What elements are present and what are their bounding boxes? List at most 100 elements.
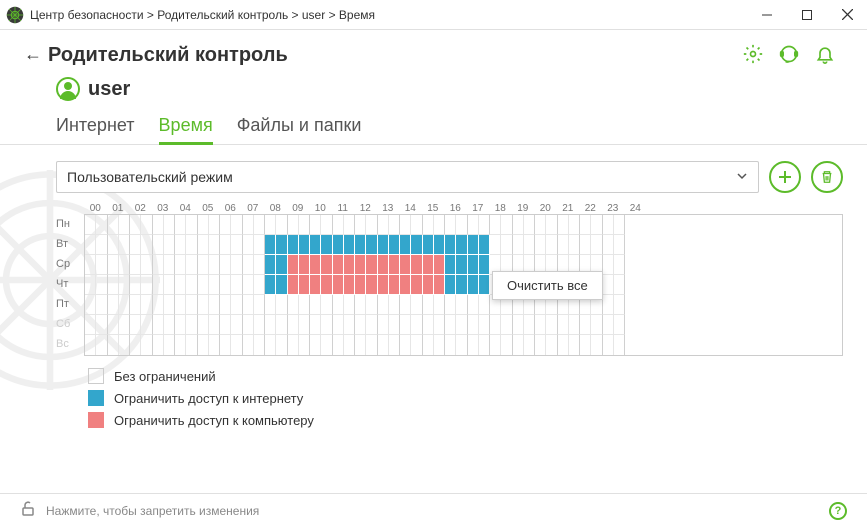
schedule-cell[interactable]	[513, 315, 524, 335]
schedule-cell[interactable]	[614, 255, 625, 275]
schedule-cell[interactable]	[209, 215, 220, 235]
schedule-cell[interactable]	[175, 235, 186, 255]
schedule-cell[interactable]	[445, 275, 456, 295]
schedule-cell[interactable]	[400, 315, 411, 335]
schedule-cell[interactable]	[85, 295, 96, 315]
schedule-cell[interactable]	[198, 295, 209, 315]
schedule-cell[interactable]	[535, 215, 546, 235]
schedule-cell[interactable]	[265, 255, 276, 275]
schedule-cell[interactable]	[423, 295, 434, 315]
schedule-cell[interactable]	[456, 215, 467, 235]
schedule-cell[interactable]	[198, 235, 209, 255]
schedule-cell[interactable]	[366, 315, 377, 335]
schedule-cell[interactable]	[423, 255, 434, 275]
schedule-cell[interactable]	[288, 275, 299, 295]
schedule-cell[interactable]	[603, 275, 614, 295]
schedule-row[interactable]	[85, 275, 842, 295]
schedule-cell[interactable]	[321, 335, 332, 355]
schedule-cell[interactable]	[108, 255, 119, 275]
schedule-cell[interactable]	[479, 215, 490, 235]
schedule-cell[interactable]	[130, 235, 141, 255]
schedule-cell[interactable]	[501, 335, 512, 355]
schedule-cell[interactable]	[524, 335, 535, 355]
schedule-cell[interactable]	[198, 275, 209, 295]
schedule-cell[interactable]	[445, 255, 456, 275]
schedule-cell[interactable]	[153, 315, 164, 335]
close-button[interactable]	[827, 0, 867, 30]
schedule-cell[interactable]	[614, 315, 625, 335]
schedule-cell[interactable]	[513, 215, 524, 235]
schedule-cell[interactable]	[198, 255, 209, 275]
schedule-cell[interactable]	[558, 315, 569, 335]
schedule-cell[interactable]	[569, 335, 580, 355]
schedule-cell[interactable]	[344, 255, 355, 275]
schedule-cell[interactable]	[231, 295, 242, 315]
schedule-cell[interactable]	[85, 315, 96, 335]
schedule-cell[interactable]	[344, 275, 355, 295]
schedule-cell[interactable]	[456, 235, 467, 255]
schedule-cell[interactable]	[299, 295, 310, 315]
schedule-cell[interactable]	[546, 335, 557, 355]
schedule-cell[interactable]	[479, 295, 490, 315]
schedule-cell[interactable]	[479, 275, 490, 295]
schedule-cell[interactable]	[546, 235, 557, 255]
schedule-cell[interactable]	[400, 335, 411, 355]
schedule-cell[interactable]	[243, 235, 254, 255]
schedule-cell[interactable]	[96, 235, 107, 255]
schedule-cell[interactable]	[141, 235, 152, 255]
schedule-cell[interactable]	[141, 255, 152, 275]
schedule-cell[interactable]	[220, 215, 231, 235]
schedule-cell[interactable]	[558, 235, 569, 255]
schedule-cell[interactable]	[164, 275, 175, 295]
schedule-cell[interactable]	[141, 275, 152, 295]
schedule-cell[interactable]	[153, 215, 164, 235]
schedule-cell[interactable]	[468, 295, 479, 315]
schedule-cell[interactable]	[490, 335, 501, 355]
schedule-cell[interactable]	[186, 235, 197, 255]
schedule-cell[interactable]	[276, 235, 287, 255]
schedule-cell[interactable]	[614, 215, 625, 235]
schedule-cell[interactable]	[288, 335, 299, 355]
schedule-cell[interactable]	[614, 275, 625, 295]
schedule-cell[interactable]	[321, 315, 332, 335]
schedule-cell[interactable]	[265, 235, 276, 255]
schedule-cell[interactable]	[400, 215, 411, 235]
schedule-cell[interactable]	[580, 215, 591, 235]
schedule-cell[interactable]	[468, 215, 479, 235]
schedule-cell[interactable]	[231, 255, 242, 275]
schedule-cell[interactable]	[164, 335, 175, 355]
schedule-cell[interactable]	[591, 215, 602, 235]
schedule-cell[interactable]	[479, 235, 490, 255]
schedule-cell[interactable]	[355, 255, 366, 275]
schedule-cell[interactable]	[85, 255, 96, 275]
schedule-cell[interactable]	[265, 295, 276, 315]
schedule-cell[interactable]	[243, 315, 254, 335]
back-button[interactable]: ←	[24, 44, 42, 65]
schedule-cell[interactable]	[175, 275, 186, 295]
schedule-cell[interactable]	[96, 335, 107, 355]
schedule-cell[interactable]	[265, 275, 276, 295]
schedule-cell[interactable]	[254, 235, 265, 255]
schedule-cell[interactable]	[344, 335, 355, 355]
schedule-cell[interactable]	[614, 335, 625, 355]
schedule-cell[interactable]	[130, 255, 141, 275]
schedule-cell[interactable]	[175, 335, 186, 355]
schedule-cell[interactable]	[243, 215, 254, 235]
schedule-cell[interactable]	[119, 275, 130, 295]
schedule-cell[interactable]	[209, 295, 220, 315]
schedule-cell[interactable]	[591, 335, 602, 355]
schedule-cell[interactable]	[501, 315, 512, 335]
schedule-cell[interactable]	[231, 335, 242, 355]
schedule-cell[interactable]	[378, 315, 389, 335]
schedule-cell[interactable]	[108, 215, 119, 235]
context-menu[interactable]: Очистить все	[492, 271, 603, 300]
schedule-cell[interactable]	[186, 215, 197, 235]
schedule-cell[interactable]	[423, 215, 434, 235]
schedule-cell[interactable]	[186, 275, 197, 295]
maximize-button[interactable]	[787, 0, 827, 30]
schedule-cell[interactable]	[333, 255, 344, 275]
schedule-cell[interactable]	[164, 295, 175, 315]
schedule-row[interactable]	[85, 215, 842, 235]
schedule-cell[interactable]	[411, 255, 422, 275]
schedule-cell[interactable]	[524, 315, 535, 335]
